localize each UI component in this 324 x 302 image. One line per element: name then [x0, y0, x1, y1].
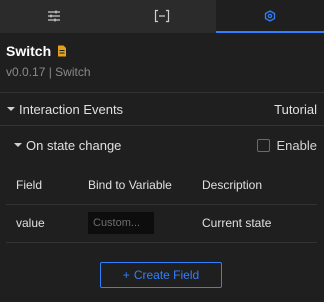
panel-tabs [0, 0, 324, 33]
plus-icon: + [122, 268, 130, 282]
tutorial-link[interactable]: Tutorial [274, 102, 317, 117]
component-title: Switch [6, 43, 52, 59]
tab-interactions[interactable] [216, 0, 324, 33]
bracket-icon [154, 9, 170, 22]
section-title: Interaction Events [19, 101, 124, 117]
create-field-label: Create Field [133, 268, 200, 282]
interaction-icon [264, 9, 276, 22]
create-field-button[interactable]: + Create Field [100, 262, 222, 288]
chevron-down-icon [14, 143, 22, 147]
column-header-field: Field [6, 166, 78, 205]
field-name: value [6, 204, 78, 243]
event-title: On state change [26, 137, 122, 153]
tab-properties[interactable] [0, 0, 108, 33]
component-version: v0.0.17 | Switch [6, 65, 91, 79]
bind-cell [78, 204, 192, 243]
variable-input[interactable] [88, 212, 154, 234]
table-header-row: Field Bind to Variable Description [6, 166, 317, 205]
chevron-down-icon [7, 107, 15, 111]
column-header-bind: Bind to Variable [78, 166, 192, 205]
fields-table: Field Bind to Variable Description value… [6, 166, 317, 243]
sliders-icon [48, 10, 60, 21]
enable-label: Enable [276, 137, 317, 153]
state-change-toggle[interactable]: On state change [13, 138, 121, 153]
table-row: value Current state [6, 204, 317, 243]
state-change-section: On state change Enable [0, 127, 324, 163]
tab-code[interactable] [108, 0, 216, 33]
column-header-description: Description [192, 166, 317, 205]
document-icon[interactable] [57, 45, 67, 57]
component-header: Switch v0.0.17 | Switch [6, 43, 91, 79]
enable-checkbox[interactable] [256, 138, 270, 152]
interaction-events-section[interactable]: Interaction Events Tutorial [0, 92, 324, 126]
field-description: Current state [192, 204, 317, 243]
